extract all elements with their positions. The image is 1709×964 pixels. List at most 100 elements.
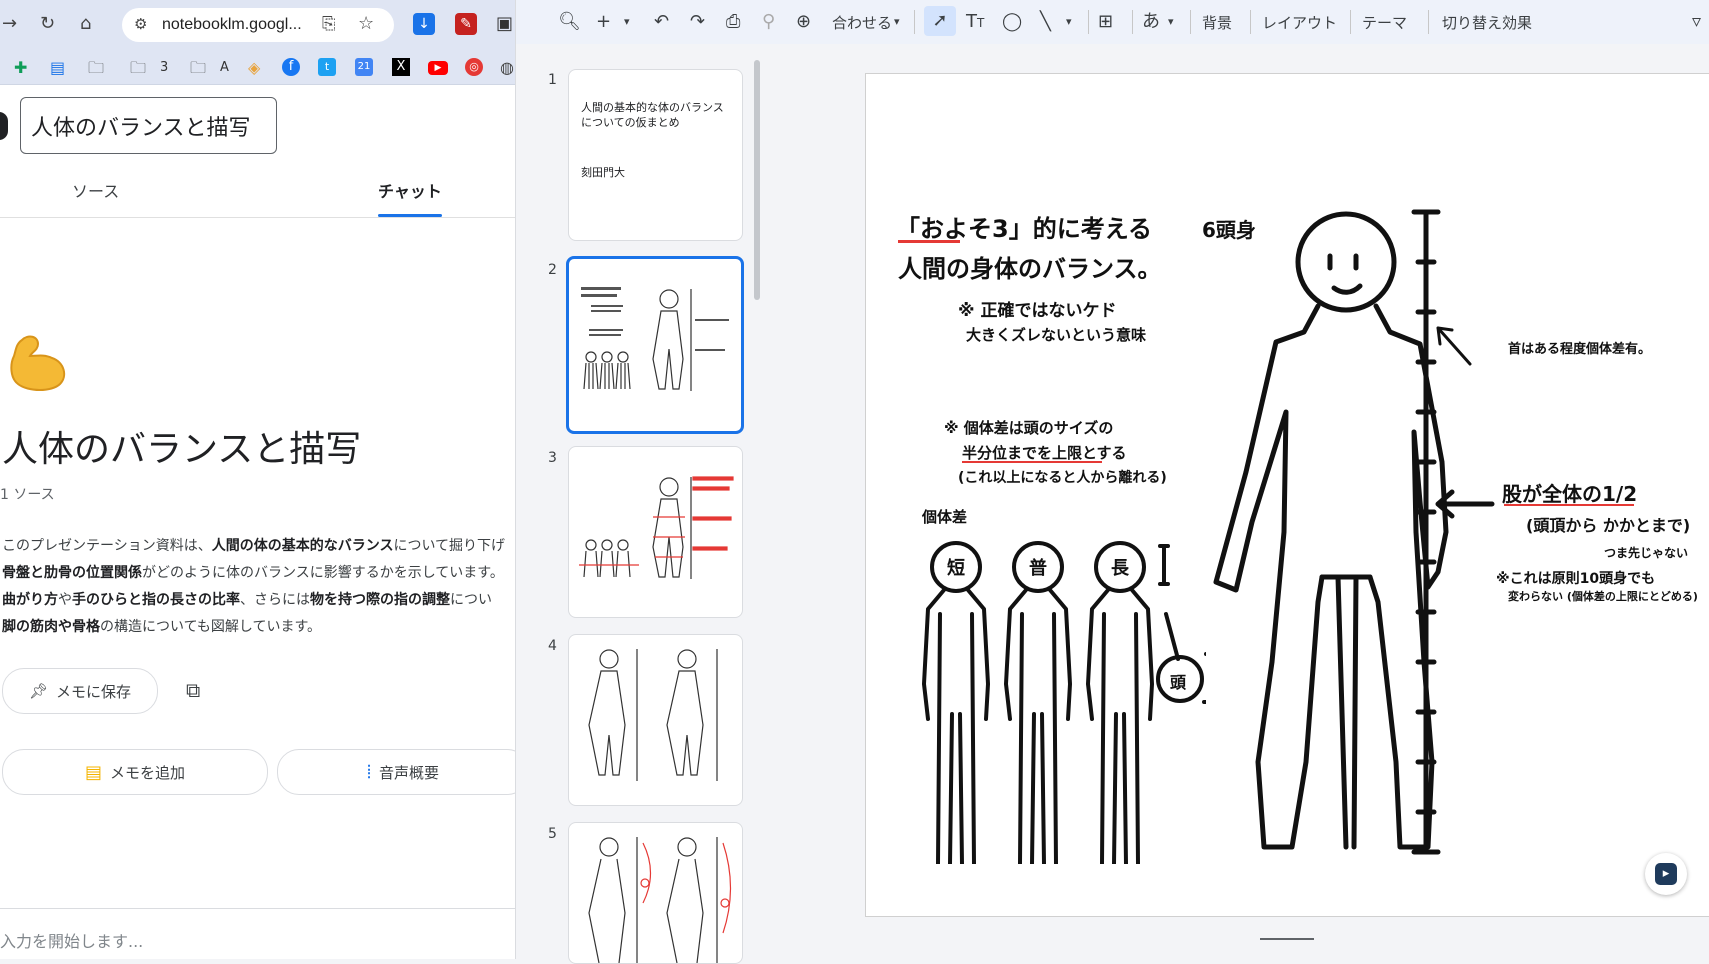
slide-note-5: (これ以上になると人から離れる) [958, 470, 1167, 486]
crotch-arrow [1435, 489, 1495, 519]
comment-icon[interactable]: ⊞ [1098, 10, 1113, 34]
slide-note-3: ※ 個体差は頭のサイズの [944, 419, 1114, 437]
pen-extension-icon[interactable]: ✎ [455, 13, 477, 35]
rule-note-2: 変わらない (個体差の上限にとどめる) [1508, 590, 1698, 603]
slide-note-4: 半分位までを上限とする [962, 444, 1127, 462]
layers-bookmark-icon[interactable]: ◈ [248, 58, 260, 78]
zoom-icon[interactable]: ⊕ [796, 10, 811, 34]
theme-button[interactable]: テーマ [1362, 12, 1407, 33]
heading-underline [898, 240, 960, 243]
line-dropdown-icon[interactable]: ▾ [1066, 10, 1072, 34]
audio-overview-label: 音声概要 [379, 763, 440, 782]
site-settings-icon[interactable]: ⚙ [134, 15, 147, 33]
input-tools-dropdown-icon[interactable]: ▾ [1168, 10, 1174, 34]
reload-icon[interactable]: ↻ [40, 13, 55, 34]
new-slide-dropdown-icon[interactable]: ▾ [624, 10, 630, 34]
chat-input[interactable]: 入力を開始します... [0, 928, 143, 952]
collapse-toolbar-icon[interactable]: ▿ [1692, 10, 1701, 34]
new-slide-icon[interactable]: + [596, 10, 611, 34]
app-bookmark-icon[interactable]: ◎ [465, 58, 483, 76]
slide-number: 4 [548, 638, 557, 654]
background-button[interactable]: 背景 [1202, 12, 1232, 33]
chat-divider [0, 908, 515, 909]
redo-icon[interactable]: ↷ [690, 10, 705, 34]
x-bookmark-icon[interactable]: X [392, 58, 410, 76]
line-icon[interactable]: ╲ [1040, 10, 1051, 34]
search-menus-icon[interactable]: 🔍︎ [558, 10, 581, 34]
toolbar-divider [1250, 10, 1251, 34]
input-tools-icon[interactable]: あ [1142, 10, 1160, 34]
forward-icon[interactable]: → [2, 13, 17, 34]
slide-number: 3 [548, 450, 557, 466]
folder-bookmark-icon[interactable]: 🗀 [88, 58, 104, 78]
head-label: 頭 [1170, 673, 1187, 692]
layout-button[interactable]: レイアウト [1262, 12, 1337, 33]
short-head-label: 短 [947, 558, 965, 579]
summary-line-1: このプレゼンテーション資料は、人間の体の基本的なバランスについて掘り下げ [2, 538, 506, 554]
save-memo-button[interactable]: 📌︎ メモに保存 [2, 668, 158, 714]
folder-a-label[interactable]: A [220, 58, 229, 78]
text-box-icon[interactable]: TT [966, 10, 984, 35]
facebook-bookmark-icon[interactable]: f [282, 58, 300, 76]
slide-thumbnail-5[interactable] [568, 822, 743, 964]
summary-line-4: 脚の筋肉や骨格の構造についても図解しています。 [2, 619, 322, 635]
slide-thumbnail-3[interactable] [568, 446, 743, 618]
folder-a-bookmark-icon[interactable]: 🗀 [190, 58, 206, 78]
globe-bookmark-icon[interactable]: ◍ [500, 58, 514, 78]
shape-icon[interactable]: ◯ [1002, 10, 1022, 34]
twitter-bookmark-icon[interactable]: t [318, 58, 336, 76]
slide-note-1: ※ 正確ではないケド [958, 301, 1117, 321]
crotch-underline [1504, 504, 1634, 506]
gemini-bookmark-icon[interactable]: ▤ [50, 58, 65, 78]
select-tool-icon[interactable]: ➚ [924, 6, 956, 36]
slide-canvas[interactable]: 「およそ3」的に考える 人間の身体のバランス。 ※ 正確ではないケド 大きくズレ… [865, 73, 1709, 917]
speaker-notes-handle[interactable] [1260, 938, 1314, 940]
address-bar[interactable]: ⚙ notebooklm.googl... ⎘ ☆ [122, 8, 394, 42]
slide-thumbnail-2[interactable] [566, 256, 744, 434]
toolbar-divider [1088, 10, 1089, 34]
add-memo-button[interactable]: ▤ メモを追加 [2, 749, 268, 795]
logo-icon [0, 112, 8, 140]
url-text: notebooklm.googl... [162, 16, 302, 33]
slide-thumbnail-4[interactable] [568, 634, 743, 806]
notebook-title-field[interactable]: 人体のバランスと描写 [20, 97, 277, 154]
home-icon[interactable]: ⌂ [80, 13, 91, 34]
slide1-author: 刻田門大 [581, 166, 625, 179]
tab-sources[interactable]: ソース [72, 178, 119, 202]
calendar-bookmark-icon[interactable]: 21 [355, 58, 373, 76]
neck-note: 首はある程度個体差有。 [1508, 342, 1652, 357]
audio-wave-icon: ⦙ [366, 761, 372, 783]
tab-divider [0, 217, 515, 218]
tab-chat[interactable]: チャット [378, 178, 442, 202]
figure-group [922, 541, 1206, 864]
youtube-bookmark-icon[interactable]: ▶ [428, 61, 448, 75]
zoom-fit-label[interactable]: 合わせる [832, 12, 892, 33]
assistant-button[interactable]: ▸ [1645, 853, 1687, 895]
slide5-preview [588, 837, 732, 963]
filmstrip-scrollbar[interactable] [754, 60, 760, 300]
folder-3-label[interactable]: 3 [160, 58, 168, 78]
print-icon[interactable]: ⎙ [726, 10, 740, 34]
download-extension-icon[interactable]: ↓ [413, 13, 435, 35]
long-head-label: 長 [1111, 558, 1129, 579]
install-app-icon[interactable]: ⎘ [322, 14, 336, 34]
note-underline [962, 461, 1102, 463]
toolbar-divider [1132, 10, 1133, 34]
transition-button[interactable]: 切り替え効果 [1442, 12, 1532, 33]
extension-icon[interactable]: ▣ [496, 13, 513, 34]
folder-3-bookmark-icon[interactable]: 🗀 [130, 58, 146, 78]
rule-note-1: ※これは原則10頭身でも [1496, 571, 1656, 587]
crotch-note-2: (頭頂から かかとまで) [1526, 516, 1691, 535]
bookmark-star-icon[interactable]: ☆ [358, 13, 374, 34]
audio-overview-button[interactable]: ⦙ 音声概要 [277, 749, 515, 795]
slide3-preview [579, 476, 734, 579]
paint-format-icon[interactable]: ⚲ [762, 10, 775, 34]
slide-number: 5 [548, 826, 557, 842]
undo-icon[interactable]: ↶ [654, 10, 669, 34]
copy-icon[interactable]: ⧉ [186, 678, 200, 702]
slide-thumbnail-1[interactable]: 人間の基本的な体のバランスについての仮まとめ 刻田門大 [568, 69, 743, 241]
sheets-bookmark-icon[interactable]: ✚ [14, 58, 27, 78]
slide-heading-2: 人間の身体のバランス。 [898, 255, 1162, 283]
toolbar-divider [1428, 10, 1429, 34]
zoom-dropdown-icon[interactable]: ▾ [894, 10, 900, 34]
